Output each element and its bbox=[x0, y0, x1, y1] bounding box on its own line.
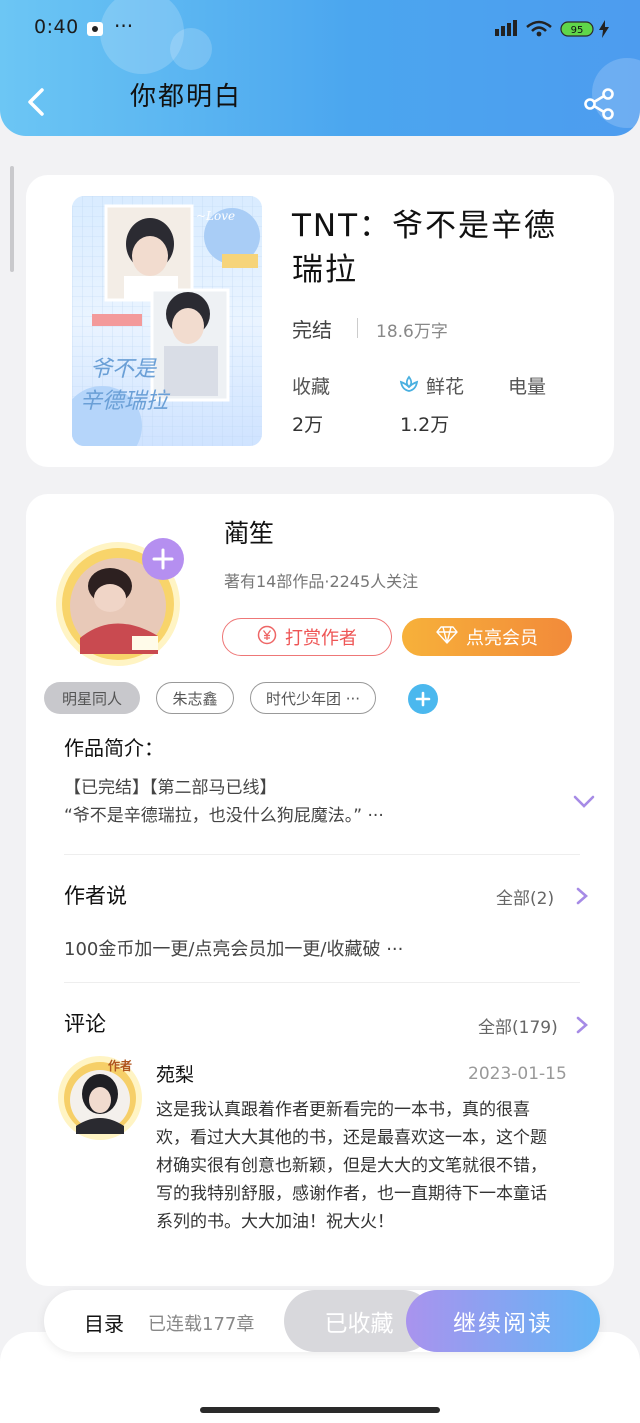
tip-author-label: 打赏作者 bbox=[285, 628, 357, 649]
chevron-right-icon[interactable] bbox=[574, 1016, 590, 1034]
tip-author-button[interactable]: 打赏作者 bbox=[222, 618, 392, 656]
scroll-indicator[interactable] bbox=[10, 166, 14, 272]
author-says-all-link[interactable]: 全部(2) bbox=[496, 884, 554, 909]
book-title: TNT：爷不是辛德瑞拉 bbox=[292, 208, 558, 288]
page-title: 你都明白 bbox=[130, 82, 243, 112]
stat-label-favorites: 收藏 bbox=[292, 376, 331, 398]
divider bbox=[64, 854, 580, 855]
signal-icon bbox=[494, 19, 518, 41]
book-status: 完结 bbox=[292, 318, 332, 342]
tag-item[interactable]: 时代少年团 ··· bbox=[250, 682, 376, 714]
vip-label: 点亮会员 bbox=[466, 628, 538, 649]
battery-icon: 95 bbox=[560, 21, 596, 41]
stat-label-flowers[interactable]: 鲜花 bbox=[426, 372, 464, 399]
divider bbox=[64, 982, 580, 983]
expand-chevron-down-icon[interactable] bbox=[572, 794, 596, 814]
tag-item[interactable]: 明星同人 bbox=[44, 682, 140, 714]
svg-text:辛德瑞拉: 辛德瑞拉 bbox=[80, 389, 171, 414]
chevron-right-icon[interactable] bbox=[574, 887, 590, 905]
home-indicator[interactable] bbox=[200, 1407, 440, 1413]
comment-date: 2023-01-15 bbox=[468, 1064, 567, 1084]
status-time: 0:40 bbox=[34, 16, 79, 38]
comments-title: 评论 bbox=[64, 1012, 106, 1036]
charging-icon bbox=[598, 20, 610, 42]
diamond-icon bbox=[436, 625, 458, 649]
continue-reading-button[interactable]: 继续阅读 bbox=[406, 1290, 600, 1352]
back-button[interactable] bbox=[22, 84, 52, 120]
chapter-count[interactable]: 已连载177章 bbox=[148, 1310, 254, 1336]
status-bar: 0:40 ··· 95 bbox=[0, 0, 640, 56]
stat-label-power[interactable]: 电量 bbox=[508, 372, 546, 399]
add-tag-button[interactable] bbox=[408, 684, 438, 714]
flower-icon bbox=[398, 374, 420, 400]
author-says-text[interactable]: 100金币加一更/点亮会员加一更/收藏破 ··· bbox=[64, 936, 403, 964]
svg-text:~Love: ~Love bbox=[196, 209, 235, 223]
commenter-name[interactable]: 苑梨 bbox=[156, 1060, 194, 1087]
stat-value-favorites: 2万 bbox=[292, 414, 324, 436]
more-notifications: ··· bbox=[114, 14, 134, 38]
author-meta: 著有14部作品·2245人关注 bbox=[224, 572, 419, 591]
intro-line-2[interactable]: “爷不是辛德瑞拉，也没什么狗屁魔法。” ··· bbox=[64, 802, 564, 830]
book-cover[interactable]: 爷不是 辛德瑞拉 ~Love bbox=[72, 196, 262, 446]
wifi-icon bbox=[524, 19, 554, 41]
intro-title: 作品简介： bbox=[64, 736, 164, 760]
comment-text[interactable]: 这是我认真跟着作者更新看完的一本书，真的很喜欢，看过大大其他的书，还是最喜欢这一… bbox=[156, 1096, 558, 1236]
app-notification-icon bbox=[86, 21, 104, 41]
yuan-icon bbox=[257, 625, 277, 650]
share-icon[interactable] bbox=[582, 88, 616, 120]
intro-line-1: 【已完结】【第二部马已线】 bbox=[64, 778, 277, 798]
vip-button[interactable]: 点亮会员 bbox=[402, 618, 572, 656]
book-word-count: 18.6万字 bbox=[376, 322, 448, 342]
author-badge: 作者 bbox=[108, 1059, 133, 1073]
author-name[interactable]: 蔺笙 bbox=[224, 514, 274, 550]
follow-author-button[interactable] bbox=[142, 538, 184, 580]
catalog-button[interactable]: 目录 bbox=[84, 1308, 124, 1337]
comments-all-link[interactable]: 全部(179) bbox=[478, 1013, 558, 1038]
svg-text:爷不是: 爷不是 bbox=[90, 357, 157, 382]
app-header: 0:40 ··· 95 你都明白 bbox=[0, 0, 640, 136]
svg-text:95: 95 bbox=[571, 25, 584, 36]
tag-item[interactable]: 朱志鑫 bbox=[156, 682, 234, 714]
author-says-title: 作者说 bbox=[64, 884, 127, 908]
divider bbox=[357, 318, 358, 338]
stat-value-flowers: 1.2万 bbox=[400, 414, 450, 436]
